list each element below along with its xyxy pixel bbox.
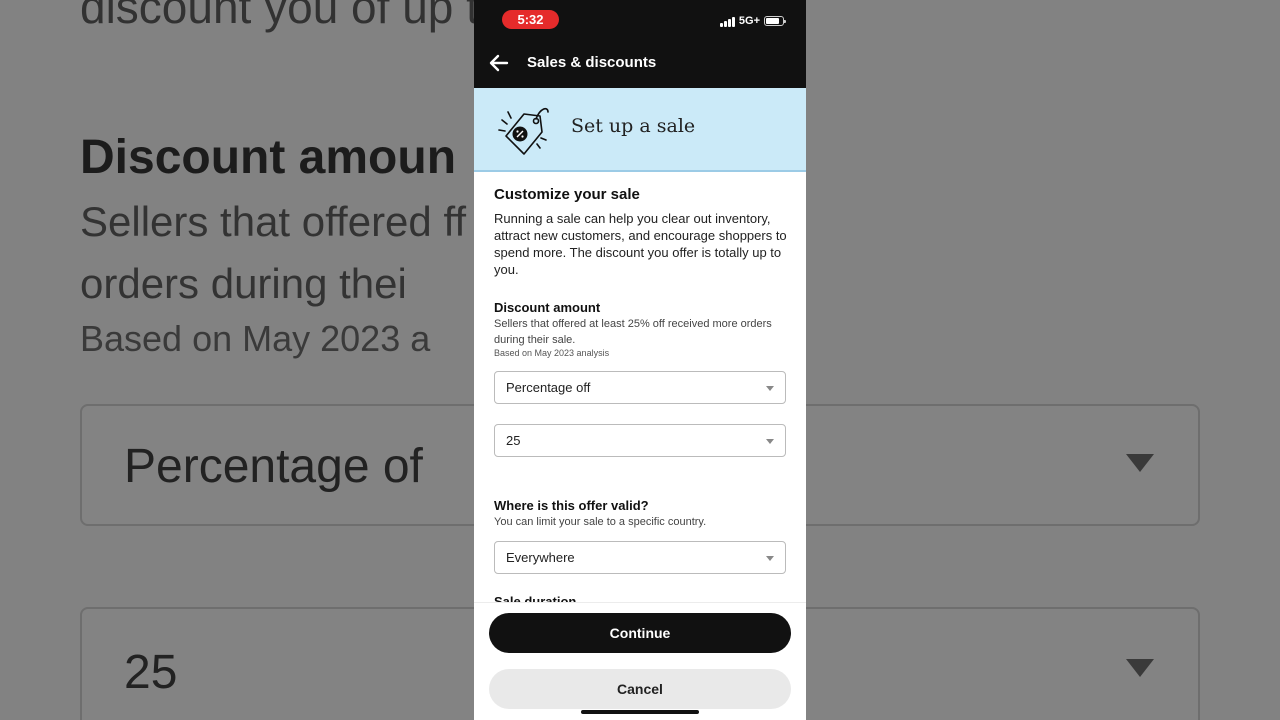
phone-screen: 5:32 5G+ Sales & discounts Set up a sale… <box>474 0 806 720</box>
page-title: Sales & discounts <box>527 54 657 71</box>
chevron-down-icon <box>766 386 774 391</box>
bg-text-line: orders during thei <box>80 260 407 307</box>
banner-title: Set up a sale <box>571 115 696 137</box>
section-heading: Customize your sale <box>494 186 640 203</box>
status-time: 5:32 <box>502 10 559 29</box>
status-bar: 5:32 5G+ <box>474 0 806 40</box>
bg-heading: Discount amoun <box>80 131 457 184</box>
discount-amount-value: 25 <box>506 433 521 448</box>
chevron-down-icon <box>766 556 774 561</box>
status-indicators: 5G+ <box>719 14 786 28</box>
action-footer: Continue Cancel <box>474 602 806 720</box>
discount-note: Based on May 2023 analysis <box>494 348 610 358</box>
network-label: 5G+ <box>738 15 760 27</box>
discount-amount-label: Discount amount <box>494 300 601 315</box>
home-indicator <box>581 710 699 714</box>
offer-location-select[interactable]: Everywhere <box>494 541 786 574</box>
offer-location-value: Everywhere <box>506 550 575 565</box>
offer-location-label: Where is this offer valid? <box>494 498 649 513</box>
bg-caret-icon <box>1126 454 1154 472</box>
discount-amount-select[interactable]: 25 <box>494 424 786 457</box>
intro-text: Running a sale can help you clear out in… <box>494 211 787 277</box>
app-bar: Sales & discounts <box>474 40 806 88</box>
battery-icon <box>764 16 786 26</box>
offer-location-help: You can limit your sale to a specific co… <box>494 516 707 528</box>
discount-help-text: Sellers that offered at least 25% off re… <box>494 318 772 346</box>
cancel-button[interactable]: Cancel <box>489 669 791 709</box>
setup-sale-banner: Set up a sale <box>474 88 806 172</box>
discount-type-select[interactable]: Percentage off <box>494 371 786 404</box>
bg-select-value: 25 <box>124 646 178 699</box>
continue-button[interactable]: Continue <box>489 613 791 653</box>
arrow-left-icon[interactable] <box>488 52 510 74</box>
discount-type-value: Percentage off <box>506 380 591 395</box>
bg-caret-icon <box>1126 659 1154 677</box>
bg-text-line: Based on May 2023 a <box>80 318 431 359</box>
signal-icon <box>719 16 735 27</box>
price-tag-icon <box>498 107 549 155</box>
sale-intro: Customize your sale Running a sale can h… <box>494 186 790 278</box>
chevron-down-icon <box>766 439 774 444</box>
bg-select-value: Percentage of <box>124 440 423 493</box>
